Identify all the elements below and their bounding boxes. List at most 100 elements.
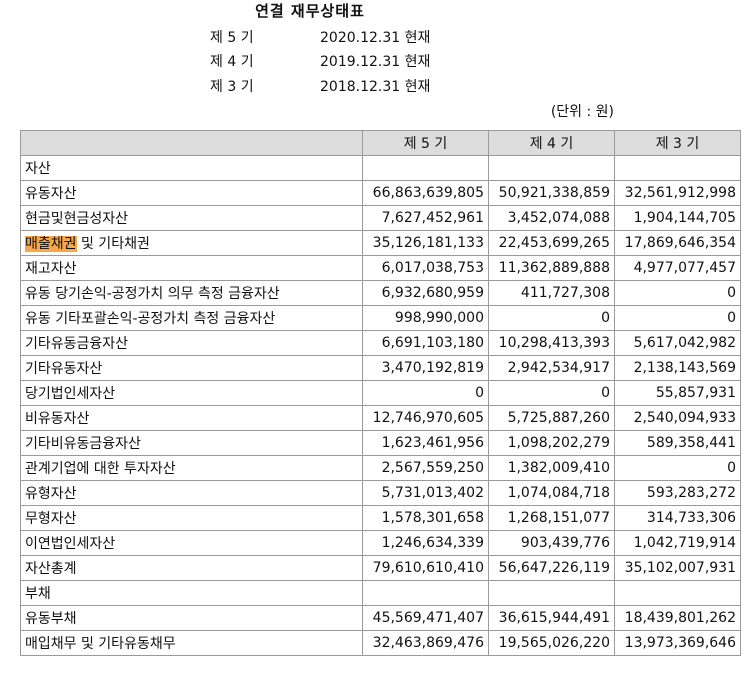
value-cell — [488, 155, 615, 181]
account-name-cell: 매입채무 및 기타유동채무 — [20, 630, 363, 656]
value-cell: 998,990,000 — [362, 305, 489, 331]
value-cell: 3,452,074,088 — [488, 205, 615, 231]
value-cell: 0 — [362, 380, 489, 406]
value-cell: 4,977,077,457 — [614, 255, 741, 281]
header-cell-account — [20, 130, 363, 156]
account-name-cell: 자산총계 — [20, 555, 363, 581]
value-cell: 18,439,801,262 — [614, 605, 741, 631]
account-name-cell: 부채 — [20, 580, 363, 606]
value-cell: 6,691,103,180 — [362, 330, 489, 356]
account-name-cell: 매출채권 및 기타채권 — [20, 230, 363, 256]
value-cell: 79,610,610,410 — [362, 555, 489, 581]
value-cell: 0 — [614, 305, 741, 331]
value-cell: 13,973,369,646 — [614, 630, 741, 656]
value-cell: 19,565,026,220 — [488, 630, 615, 656]
table-row: 무형자산 1,578,301,658 1,268,151,077 314,733,30… — [20, 505, 741, 531]
table-row: 부채 — [20, 580, 741, 606]
table-row: 매입채무 및 기타유동채무 32,463,869,476 19,565,026,22… — [20, 630, 741, 656]
period-date: 2018.12.31 현재 — [320, 79, 431, 95]
account-name-cell: 비유동자산 — [20, 405, 363, 431]
value-cell: 12,746,970,605 — [362, 405, 489, 431]
account-name-cell: 무형자산 — [20, 505, 363, 531]
header-cell-period-5: 제 5 기 — [362, 130, 489, 156]
value-cell: 411,727,308 — [488, 280, 615, 306]
balance-sheet-table: 제 5 기 제 4 기 제 3 기 자산 유동자산 66,863,639,805 50… — [20, 130, 741, 656]
account-name-cell: 당기법인세자산 — [20, 380, 363, 406]
account-name-cell: 자산 — [20, 155, 363, 181]
header-cell-period-3: 제 3 기 — [614, 130, 741, 156]
value-cell: 2,567,559,250 — [362, 455, 489, 481]
table-row: 기타비유동금융자산 1,623,461,956 1,098,202,279 589,3… — [20, 430, 741, 456]
value-cell: 1,268,151,077 — [488, 505, 615, 531]
value-cell: 45,569,471,407 — [362, 605, 489, 631]
value-cell: 22,453,699,265 — [488, 230, 615, 256]
value-cell: 5,725,887,260 — [488, 405, 615, 431]
value-cell: 2,138,143,569 — [614, 355, 741, 381]
account-name-cell: 재고자산 — [20, 255, 363, 281]
value-cell: 17,869,646,354 — [614, 230, 741, 256]
value-cell: 0 — [488, 305, 615, 331]
table-row: 자산 — [20, 155, 741, 181]
table-row: 유동 당기손익-공정가치 의무 측정 금융자산 6,932,680,959 411,… — [20, 280, 741, 306]
value-cell: 10,298,413,393 — [488, 330, 615, 356]
table-row: 당기법인세자산 0 0 55,857,931 — [20, 380, 741, 406]
value-cell: 0 — [488, 380, 615, 406]
value-cell: 0 — [614, 280, 741, 306]
header-cell-period-4: 제 4 기 — [488, 130, 615, 156]
table-row: 비유동자산 12,746,970,605 5,725,887,260 2,540,09… — [20, 405, 741, 431]
account-name-cell: 유동 기타포괄손익-공정가치 측정 금융자산 — [20, 305, 363, 331]
value-cell: 314,733,306 — [614, 505, 741, 531]
account-name-cell: 이연법인세자산 — [20, 530, 363, 556]
value-cell: 35,102,007,931 — [614, 555, 741, 581]
value-cell: 1,623,461,956 — [362, 430, 489, 456]
table-row: 재고자산 6,017,038,753 11,362,889,888 4,977,077… — [20, 255, 741, 281]
table-row: 유형자산 5,731,013,402 1,074,084,718 593,283,27… — [20, 480, 741, 506]
value-cell: 6,932,680,959 — [362, 280, 489, 306]
value-cell: 2,942,534,917 — [488, 355, 615, 381]
value-cell: 1,904,144,705 — [614, 205, 741, 231]
value-cell: 5,617,042,982 — [614, 330, 741, 356]
account-name-cell: 유동부채 — [20, 605, 363, 631]
table-row: 유동자산 66,863,639,805 50,921,338,859 32,561,9… — [20, 180, 741, 206]
highlighted-term: 매출채권 — [25, 236, 77, 252]
table-row: 기타유동자산 3,470,192,819 2,942,534,917 2,138,14… — [20, 355, 741, 381]
table-row: 자산총계 79,610,610,410 56,647,226,119 35,102,0… — [20, 555, 741, 581]
value-cell: 0 — [614, 455, 741, 481]
period-line-5: 제 5 기 2020.12.31 현재 — [210, 26, 430, 50]
account-name-text: 및 기타채권 — [76, 236, 150, 252]
account-name-cell: 유동자산 — [20, 180, 363, 206]
value-cell: 2,540,094,933 — [614, 405, 741, 431]
value-cell: 11,362,889,888 — [488, 255, 615, 281]
account-name-cell: 유형자산 — [20, 480, 363, 506]
table-row: 기타유동금융자산 6,691,103,180 10,298,413,393 5,617… — [20, 330, 741, 356]
value-cell: 3,470,192,819 — [362, 355, 489, 381]
value-cell: 1,382,009,410 — [488, 455, 615, 481]
table-row: 유동 기타포괄손익-공정가치 측정 금융자산 998,990,000 0 0 — [20, 305, 741, 331]
account-name-cell: 유동 당기손익-공정가치 의무 측정 금융자산 — [20, 280, 363, 306]
period-label: 제 4 기 — [210, 54, 254, 70]
table-row: 이연법인세자산 1,246,634,339 903,439,776 1,042,719… — [20, 530, 741, 556]
value-cell: 55,857,931 — [614, 380, 741, 406]
account-name-cell: 관계기업에 대한 투자자산 — [20, 455, 363, 481]
table-header-row: 제 5 기 제 4 기 제 3 기 — [20, 130, 741, 156]
value-cell: 5,731,013,402 — [362, 480, 489, 506]
period-line-3: 제 3 기 2018.12.31 현재 — [210, 75, 430, 99]
value-cell: 589,358,441 — [614, 430, 741, 456]
value-cell: 7,627,452,961 — [362, 205, 489, 231]
period-line-4: 제 4 기 2019.12.31 현재 — [210, 50, 430, 74]
value-cell: 6,017,038,753 — [362, 255, 489, 281]
table-row: 유동부채 45,569,471,407 36,615,944,491 18,439,8… — [20, 605, 741, 631]
account-name-cell: 기타비유동금융자산 — [20, 430, 363, 456]
period-date: 2019.12.31 현재 — [320, 54, 431, 70]
value-cell: 1,042,719,914 — [614, 530, 741, 556]
period-label: 제 3 기 — [210, 79, 254, 95]
account-name-cell: 기타유동자산 — [20, 355, 363, 381]
period-label: 제 5 기 — [210, 30, 254, 46]
value-cell: 50,921,338,859 — [488, 180, 615, 206]
value-cell: 903,439,776 — [488, 530, 615, 556]
unit-label: (단위 : 원) — [550, 104, 614, 120]
value-cell: 32,463,869,476 — [362, 630, 489, 656]
value-cell: 35,126,181,133 — [362, 230, 489, 256]
value-cell — [362, 580, 489, 606]
value-cell — [614, 580, 741, 606]
